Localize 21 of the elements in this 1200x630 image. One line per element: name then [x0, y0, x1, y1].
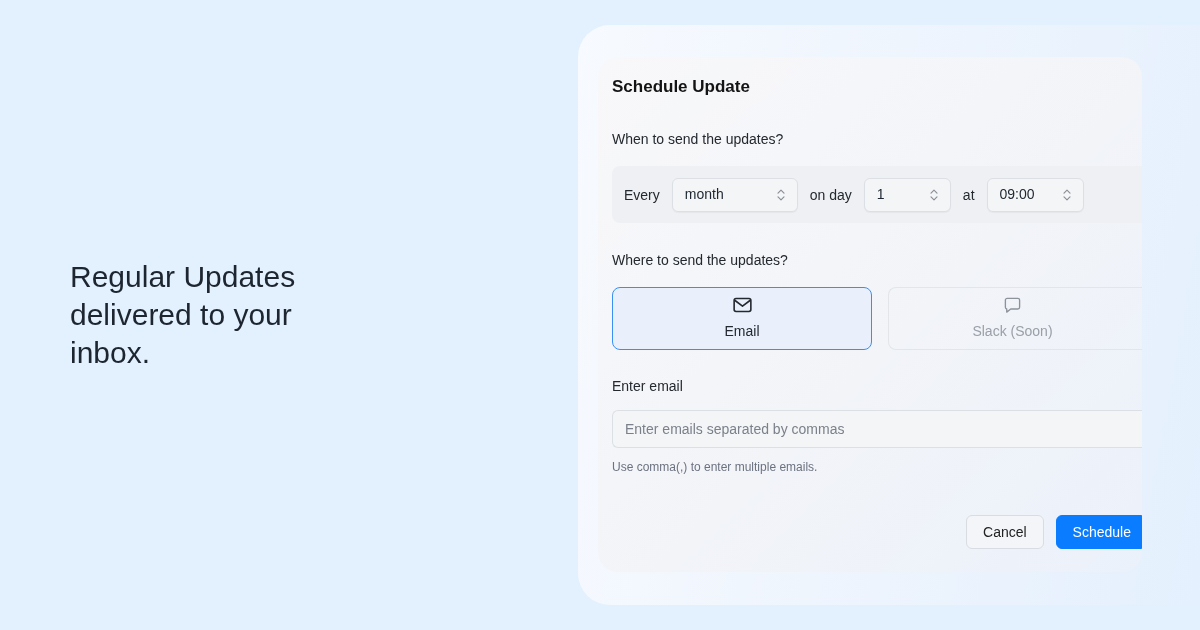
chevron-up-down-icon: [929, 188, 938, 201]
chevron-up-down-icon: [776, 188, 785, 201]
section-label: When to send the updates?: [612, 130, 785, 149]
inline-label: at: [962, 185, 975, 205]
helper-text: Use comma(,) to enter multiple emails.: [612, 459, 819, 475]
chevron-up-down-icon: [1062, 188, 1071, 201]
envelope-icon: [732, 296, 752, 313]
cancel-button[interactable]: Cancel: [966, 515, 1044, 549]
inline-label: Every: [624, 185, 660, 205]
dropdown[interactable]: 09:00: [986, 177, 1084, 212]
speech-bubble-icon: [1003, 296, 1022, 313]
email-input-field[interactable]: Enter emails separated by commas: [612, 410, 1142, 448]
headline: Regular Updates delivered to your inbox.: [70, 259, 297, 371]
submit-button[interactable]: Schedule: [1055, 515, 1142, 549]
inline-label: on day: [809, 185, 852, 205]
dropdown[interactable]: 1: [863, 177, 951, 212]
dialog-title: Schedule Update: [612, 76, 751, 98]
dropdown[interactable]: month: [671, 177, 798, 212]
section-label: Where to send the updates?: [612, 251, 789, 270]
field-label: Enter email: [612, 377, 684, 396]
channel-option[interactable]: Email: [612, 287, 872, 350]
